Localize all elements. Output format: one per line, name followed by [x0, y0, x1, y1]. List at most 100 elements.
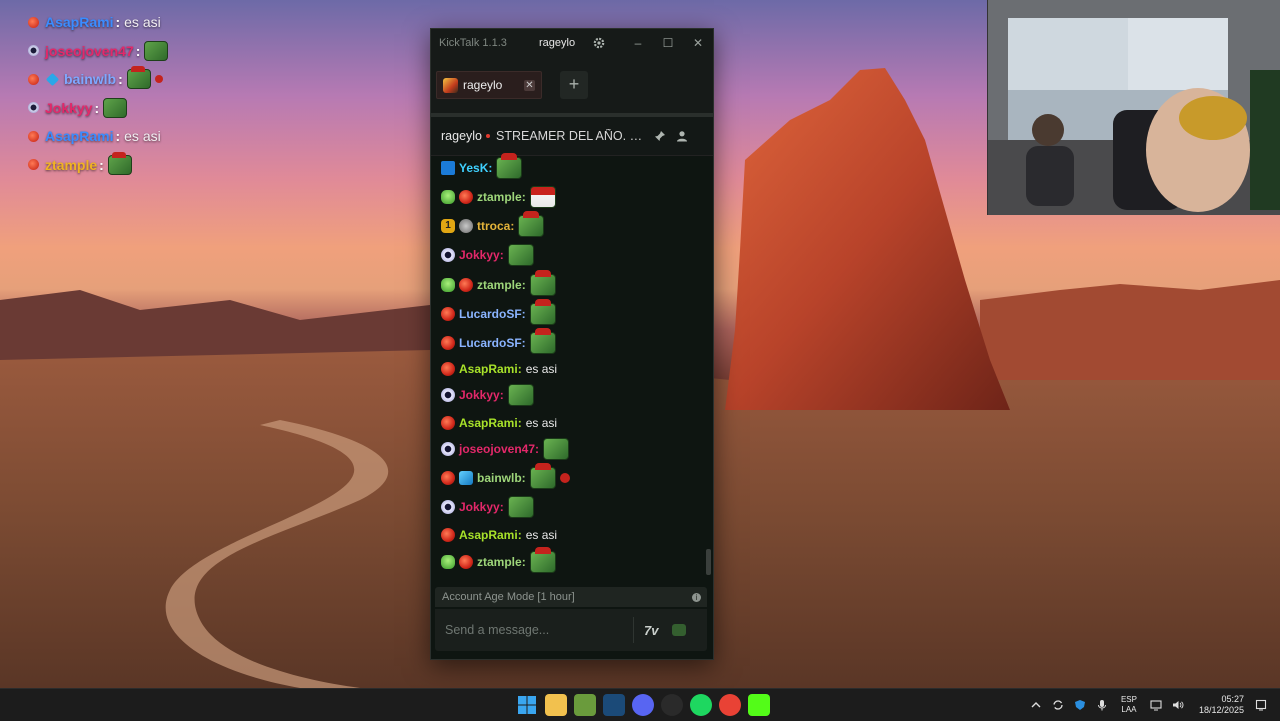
- chat-username[interactable]: LucardoSF: [459, 336, 522, 350]
- chat-username[interactable]: Jokkyy: [459, 500, 500, 514]
- chat-username[interactable]: Jokkyy: [459, 248, 500, 262]
- chat-username[interactable]: bainwlb: [477, 471, 522, 485]
- chat-username[interactable]: joseojoven47: [459, 442, 535, 456]
- titlebar-username[interactable]: rageylo: [539, 37, 575, 49]
- chat-username[interactable]: ztample: [477, 190, 522, 204]
- pepe-hat-emote-icon[interactable]: [529, 299, 556, 325]
- volume-icon[interactable]: [1172, 699, 1184, 711]
- file-explorer-taskbar-icon[interactable]: [544, 694, 567, 716]
- red-badge-icon[interactable]: [441, 307, 455, 321]
- pepe-hat-emote-icon[interactable]: [529, 328, 556, 354]
- chat-message[interactable]: LucardoSF:: [441, 299, 556, 325]
- pepe-hat-emote-icon[interactable]: [529, 270, 556, 296]
- kick-taskbar-icon[interactable]: [747, 694, 770, 716]
- chat-message[interactable]: AsapRami: es asi: [441, 524, 557, 546]
- chat-message[interactable]: AsapRami: es asi: [441, 412, 557, 434]
- chat-username[interactable]: ztample: [477, 555, 522, 569]
- settings-gear-icon[interactable]: [593, 37, 605, 49]
- network-monitor-icon[interactable]: [1150, 699, 1162, 711]
- pepe-emote-icon[interactable]: [507, 384, 534, 406]
- red-badge-icon[interactable]: [441, 362, 455, 376]
- steam-taskbar-icon[interactable]: [602, 694, 625, 716]
- gold-badge-icon[interactable]: 1: [441, 219, 455, 233]
- spotify-taskbar-icon[interactable]: [689, 694, 712, 716]
- scrollbar-thumb[interactable]: [706, 549, 711, 575]
- chat-message[interactable]: ztample:: [441, 186, 556, 208]
- minimize-button[interactable]: –: [623, 36, 653, 50]
- message-input[interactable]: [443, 622, 627, 638]
- chrome-taskbar-icon[interactable]: [718, 694, 741, 716]
- chat-username[interactable]: AsapRami: [459, 528, 518, 542]
- chat-username[interactable]: YesK: [459, 161, 488, 175]
- red-badge-icon[interactable]: [441, 336, 455, 350]
- pepe-hat-emote-icon[interactable]: [529, 463, 556, 489]
- chat-username[interactable]: AsapRami: [459, 416, 518, 430]
- eye-badge-icon[interactable]: [441, 500, 455, 514]
- chat-username[interactable]: ttroca: [477, 219, 510, 233]
- red-badge-icon[interactable]: [459, 190, 473, 204]
- 7tv-emote-picker-icon[interactable]: 7v: [644, 623, 664, 638]
- chat-message[interactable]: YesK:: [441, 153, 523, 179]
- maximize-button[interactable]: ☐: [653, 36, 683, 50]
- chat-username[interactable]: AsapRami: [459, 362, 518, 376]
- chat-scrollbar[interactable]: [706, 153, 711, 583]
- title-bar[interactable]: KickTalk 1.1.3 rageylo – ☐ ✕: [431, 29, 713, 57]
- pepe-hat-emote-icon[interactable]: [529, 547, 556, 573]
- gray-badge-icon[interactable]: [459, 219, 473, 233]
- chat-message[interactable]: Jokkyy:: [441, 384, 534, 406]
- green-badge-icon[interactable]: [441, 190, 455, 204]
- windows-start-taskbar-icon[interactable]: [516, 694, 538, 716]
- pepe-hat-emote-icon[interactable]: [518, 211, 545, 237]
- emote-picker-icon[interactable]: [672, 624, 686, 636]
- user-icon[interactable]: [676, 130, 688, 142]
- red-badge-icon[interactable]: [459, 278, 473, 292]
- chat-message[interactable]: LucardoSF:: [441, 328, 556, 354]
- chat-username[interactable]: LucardoSF: [459, 307, 522, 321]
- pepe-hat-emote-icon[interactable]: [496, 153, 523, 179]
- pin-icon[interactable]: [654, 130, 666, 142]
- chat-message[interactable]: Jokkyy:: [441, 496, 534, 518]
- obs-taskbar-icon[interactable]: [660, 694, 683, 716]
- eye-badge-icon[interactable]: [441, 442, 455, 456]
- chat-message[interactable]: ztample:: [441, 547, 556, 573]
- taskbar-clock[interactable]: 05:27 18/12/2025: [1199, 694, 1244, 716]
- input-language[interactable]: ESP LAA: [1121, 695, 1137, 715]
- red-badge-icon[interactable]: [459, 555, 473, 569]
- chat-message[interactable]: AsapRami: es asi: [441, 358, 557, 380]
- cube-badge-icon[interactable]: [459, 471, 473, 485]
- close-button[interactable]: ✕: [683, 36, 713, 50]
- show-hidden-icons-chevron-icon[interactable]: [1030, 699, 1042, 711]
- minecraft-taskbar-icon[interactable]: [573, 694, 596, 716]
- discord-taskbar-icon[interactable]: [631, 694, 654, 716]
- red-badge-icon[interactable]: [441, 416, 455, 430]
- green-badge-icon[interactable]: [441, 555, 455, 569]
- red-badge-icon[interactable]: [441, 471, 455, 485]
- sync-icon[interactable]: [1052, 699, 1064, 711]
- pepe-emote-icon[interactable]: [507, 244, 534, 266]
- green-badge-icon[interactable]: [441, 278, 455, 292]
- eye-badge-icon[interactable]: [441, 388, 455, 402]
- chat-message[interactable]: Jokkyy:: [441, 244, 534, 266]
- channel-name[interactable]: rageylo: [441, 129, 482, 143]
- mini-emote-icon[interactable]: [559, 473, 570, 483]
- chat-username[interactable]: Jokkyy: [459, 388, 500, 402]
- chat-message-list[interactable]: YesK: ztample:1 ttroca: Jokkyy: ztample: Luca…: [431, 153, 707, 583]
- security-shield-icon[interactable]: [1074, 699, 1086, 711]
- chat-message[interactable]: ztample:: [441, 270, 556, 296]
- chat-message[interactable]: 1 ttroca:: [441, 211, 545, 237]
- tab-rageylo[interactable]: rageylo ✕: [436, 71, 542, 99]
- add-tab-button[interactable]: +: [560, 71, 588, 99]
- microphone-icon[interactable]: [1096, 699, 1108, 711]
- chat-message[interactable]: joseojoven47:: [441, 438, 570, 460]
- kick-badge-icon[interactable]: [441, 161, 455, 175]
- close-tab-icon[interactable]: ✕: [524, 79, 535, 91]
- notification-bell-icon[interactable]: [1255, 699, 1267, 711]
- red-badge-icon[interactable]: [441, 528, 455, 542]
- eye-badge-icon[interactable]: [441, 248, 455, 262]
- santa-emote-icon[interactable]: [529, 186, 556, 208]
- info-icon[interactable]: i: [692, 592, 701, 602]
- chat-message[interactable]: bainwlb:: [441, 463, 570, 489]
- pepe-emote-icon[interactable]: [543, 438, 570, 460]
- pepe-emote-icon[interactable]: [507, 496, 534, 518]
- chat-username[interactable]: ztample: [477, 278, 522, 292]
